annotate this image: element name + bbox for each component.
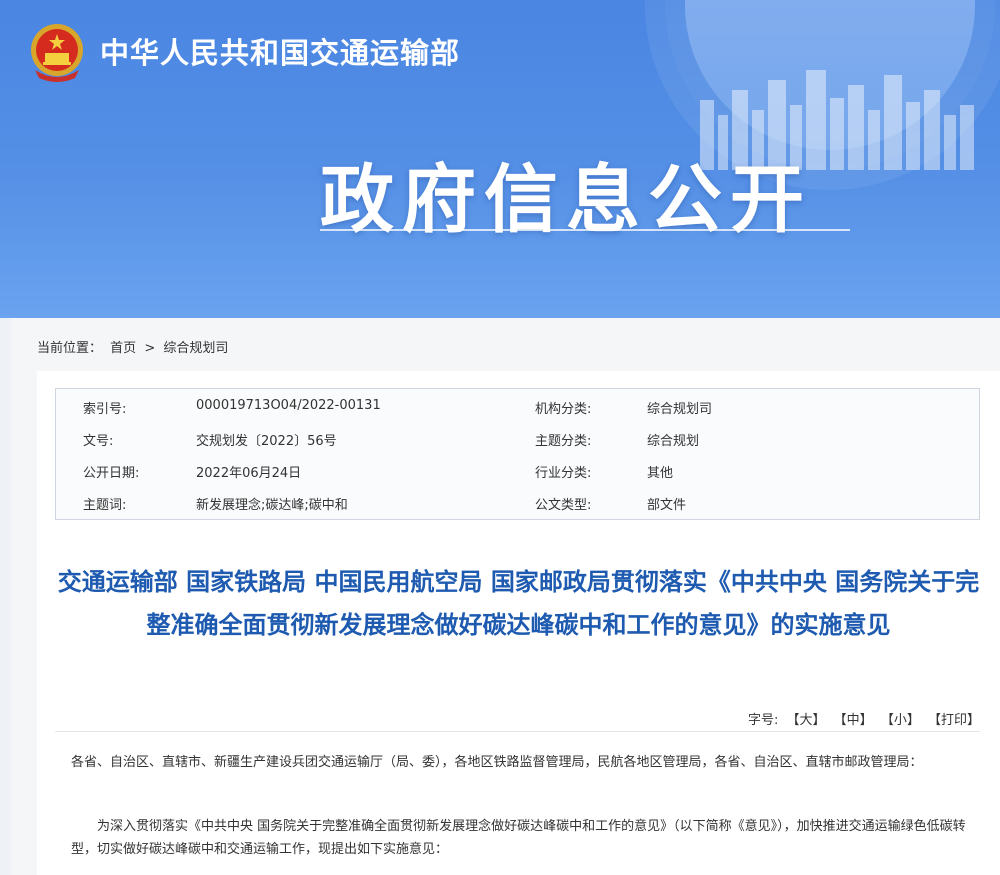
- info-key: 主题词:: [83, 498, 127, 513]
- breadcrumb-home-link[interactable]: 首页: [110, 341, 136, 356]
- font-size-controls: 字号: 【大】 【中】 【小】 【打印】: [748, 709, 980, 728]
- font-medium-button[interactable]: 【中】: [834, 713, 873, 728]
- info-row: 主题词: 新发展理念;碳达峰;碳中和 公文类型: 部文件: [56, 485, 979, 517]
- info-row: 索引号: 000019713O04/2022-00131 机构分类: 综合规划司: [56, 389, 979, 421]
- document-title: 交通运输部 国家铁路局 中国民用航空局 国家邮政局贯彻落实《中共中央 国务院关于…: [57, 568, 980, 639]
- info-row: 文号: 交规划发〔2022〕56号 主题分类: 综合规划: [56, 421, 979, 453]
- info-row: 公开日期: 2022年06月24日 行业分类: 其他: [56, 453, 979, 485]
- body-paragraph: 各省、自治区、直辖市、新疆生产建设兵团交通运输厅（局、委），各地区铁路监督管理局…: [71, 755, 923, 770]
- info-value: 综合规划: [647, 434, 700, 449]
- info-value: 000019713O04/2022-00131: [196, 398, 381, 413]
- font-large-button[interactable]: 【大】: [787, 713, 826, 728]
- national-emblem-icon: [31, 24, 83, 82]
- info-value: 综合规划司: [647, 402, 713, 417]
- breadcrumb-current-link[interactable]: 综合规划司: [163, 341, 228, 356]
- ministry-name[interactable]: 中华人民共和国交通运输部: [100, 30, 460, 72]
- font-small-button[interactable]: 【小】: [881, 713, 920, 728]
- page-container: 当前位置： 首页 > 综合规划司 索引号: 000019713O04/2022-…: [11, 318, 1000, 875]
- breadcrumb: 当前位置： 首页 > 综合规划司: [37, 337, 232, 356]
- info-key: 公文类型:: [535, 498, 592, 513]
- info-key: 文号:: [83, 434, 114, 449]
- info-key: 行业分类:: [535, 466, 592, 481]
- body-paragraph: 为深入贯彻落实《中共中央 国务院关于完整准确全面贯彻新发展理念做好碳达峰碳中和工…: [71, 819, 966, 857]
- document-info-table: 索引号: 000019713O04/2022-00131 机构分类: 综合规划司…: [55, 388, 980, 520]
- info-value: 交规划发〔2022〕56号: [196, 434, 337, 449]
- info-value: 2022年06月24日: [196, 466, 302, 481]
- header-banner: 中华人民共和国交通运输部 政府信息公开: [0, 0, 1000, 318]
- info-value: 部文件: [647, 498, 687, 513]
- breadcrumb-label: 当前位置：: [37, 341, 103, 356]
- print-button[interactable]: 【打印】: [928, 713, 980, 728]
- article-content: 索引号: 000019713O04/2022-00131 机构分类: 综合规划司…: [37, 371, 1000, 875]
- info-key: 公开日期:: [83, 466, 140, 481]
- divider: [55, 731, 980, 732]
- info-value: 新发展理念;碳达峰;碳中和: [196, 498, 348, 513]
- breadcrumb-separator: >: [144, 341, 156, 356]
- title-underline: [320, 229, 850, 231]
- font-size-label: 字号:: [747, 713, 779, 728]
- info-key: 索引号:: [83, 402, 127, 417]
- info-key: 机构分类:: [535, 402, 592, 417]
- info-key: 主题分类:: [535, 434, 592, 449]
- info-value: 其他: [647, 466, 674, 481]
